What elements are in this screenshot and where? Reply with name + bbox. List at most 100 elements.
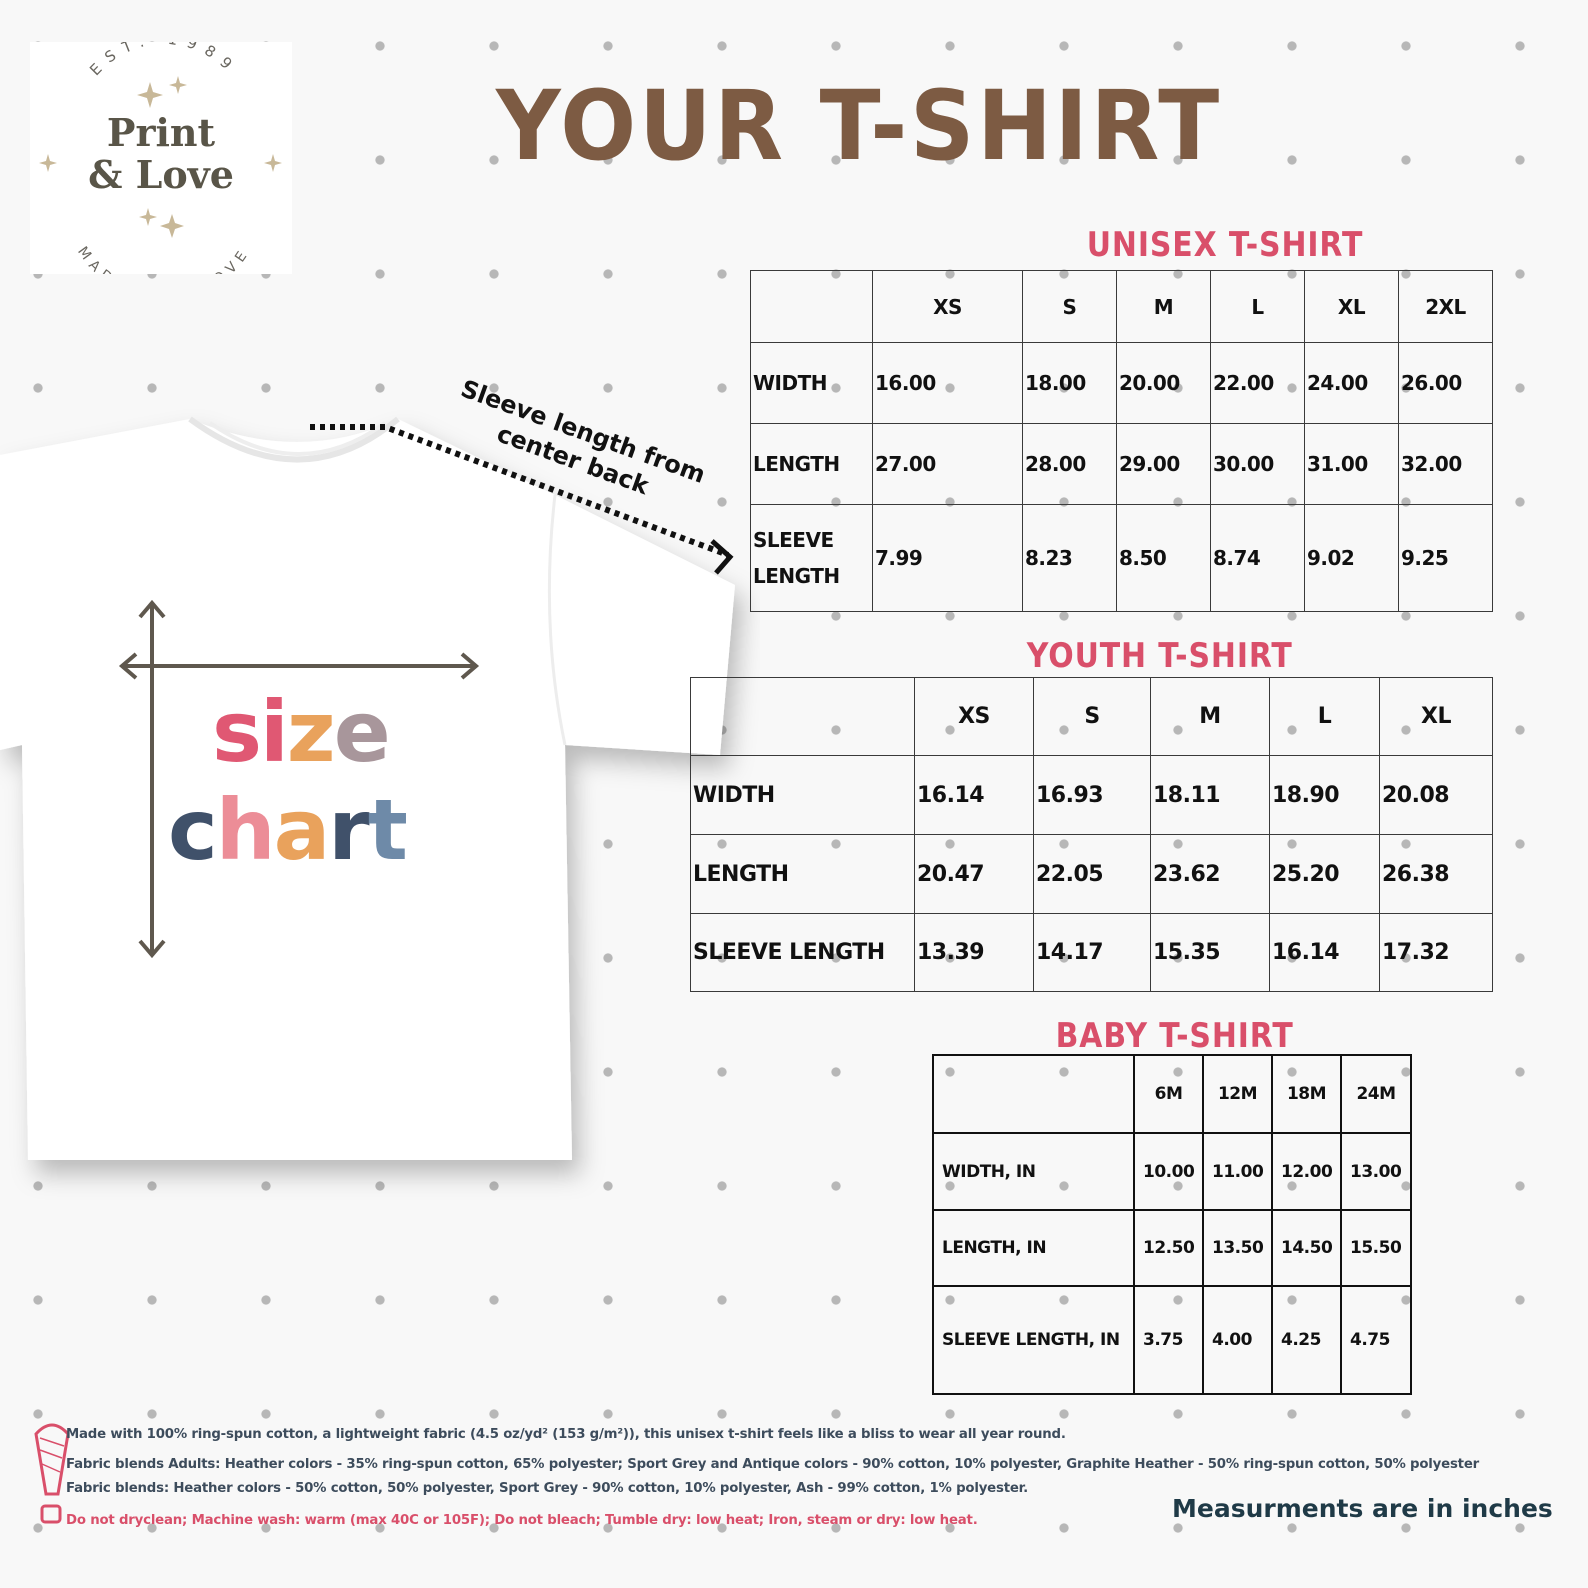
row-label-cell: LENGTH, IN [932, 1209, 1135, 1287]
value-cell: 31.00 [1304, 423, 1399, 505]
size-header-cell: S [1033, 677, 1151, 756]
size-header-cell: 12M [1202, 1054, 1273, 1134]
size-chart-letter: t [367, 781, 408, 879]
table-row: LENGTH 20.47 22.05 23.62 25.20 26.38 [690, 834, 1493, 914]
value-cell: 12.00 [1271, 1132, 1342, 1211]
value-cell: 14.17 [1033, 913, 1151, 992]
size-chart-letter: s [212, 683, 262, 781]
table-row: SLEEVE LENGTH 13.39 14.17 15.35 16.14 17.32 [690, 913, 1493, 992]
value-cell: 16.14 [914, 755, 1034, 835]
table-row: SLEEVE LENGTH 7.99 8.23 8.50 8.74 9.02 9.25 [750, 504, 1493, 612]
value-cell: 8.23 [1022, 504, 1117, 612]
table-row: LENGTH 27.00 28.00 29.00 30.00 31.00 32.00 [750, 423, 1493, 505]
size-header-cell: L [1210, 270, 1305, 343]
value-cell: 4.00 [1202, 1285, 1273, 1395]
table-header-row: XS S M L XL [690, 677, 1493, 756]
svg-text:EST. 1989: EST. 1989 [86, 42, 242, 79]
value-cell: 27.00 [872, 423, 1023, 505]
value-cell: 13.50 [1202, 1209, 1273, 1287]
header-blank-cell [750, 270, 873, 343]
size-chart-letter: e [333, 683, 391, 781]
row-label-cell: SLEEVE LENGTH, IN [932, 1285, 1135, 1395]
row-label-cell: WIDTH [750, 342, 873, 424]
size-header-cell: XL [1379, 677, 1493, 756]
value-cell: 16.14 [1269, 913, 1380, 992]
value-cell: 18.11 [1150, 755, 1270, 835]
header-blank-cell [690, 677, 915, 756]
note-material: Made with 100% ring-spun cotton, a light… [66, 1427, 1066, 1442]
size-header-cell: XS [872, 270, 1023, 343]
table-row: WIDTH 16.14 16.93 18.11 18.90 20.08 [690, 755, 1493, 835]
value-cell: 12.50 [1133, 1209, 1204, 1287]
table-row: LENGTH, IN 12.50 13.50 14.50 15.50 [932, 1209, 1412, 1287]
value-cell: 20.00 [1116, 342, 1211, 424]
size-header-cell: XS [914, 677, 1034, 756]
size-header-cell: 18M [1271, 1054, 1342, 1134]
value-cell: 17.32 [1379, 913, 1493, 992]
size-chart-letter: a [273, 781, 331, 879]
row-label-cell: SLEEVE LENGTH [750, 504, 873, 612]
value-cell: 18.00 [1022, 342, 1117, 424]
value-cell: 15.35 [1150, 913, 1270, 992]
brand-logo: EST. 1989 MADE WITH LOVE Print & Love [30, 42, 292, 274]
value-cell: 16.93 [1033, 755, 1151, 835]
measurement-units-note: Measurments are in inches [1172, 1494, 1553, 1523]
baby-size-table: 6M 12M 18M 24M WIDTH, IN 10.00 11.00 12.00 13.00… [932, 1054, 1412, 1395]
note-care: Do not dryclean; Machine wash: warm (max… [66, 1513, 978, 1528]
unisex-size-table: XS S M L XL 2XL WIDTH 16.00 18.00 20.00 22.00 24.00… [750, 270, 1493, 612]
value-cell: 13.39 [914, 913, 1034, 992]
value-cell: 8.74 [1210, 504, 1305, 612]
value-cell: 26.38 [1379, 834, 1493, 914]
value-cell: 26.00 [1398, 342, 1493, 424]
value-cell: 4.25 [1271, 1285, 1342, 1395]
value-cell: 32.00 [1398, 423, 1493, 505]
value-cell: 7.99 [872, 504, 1023, 612]
logo-bottom-arc: MADE WITH LOVE [74, 244, 248, 274]
value-cell: 23.62 [1150, 834, 1270, 914]
youth-size-table: XS S M L XL WIDTH 16.14 16.93 18.11 18.90 20.08 LEN… [690, 677, 1493, 992]
note-fabric-adults: Fabric blends Adults: Heather colors - 3… [66, 1457, 1479, 1472]
value-cell: 15.50 [1340, 1209, 1412, 1287]
logo-top-arc: EST. 1989 [86, 42, 233, 79]
table-row: WIDTH 16.00 18.00 20.00 22.00 24.00 26.00 [750, 342, 1493, 424]
size-header-cell: 6M [1133, 1054, 1204, 1134]
table-header-row: 6M 12M 18M 24M [932, 1054, 1412, 1134]
value-cell: 13.00 [1340, 1132, 1412, 1211]
size-word: size [212, 690, 391, 774]
logo-name-line1: Print [106, 110, 216, 155]
size-header-cell: M [1150, 677, 1270, 756]
value-cell: 28.00 [1022, 423, 1117, 505]
size-chart-letter: i [260, 683, 289, 781]
value-cell: 18.90 [1269, 755, 1380, 835]
table-header-row: XS S M L XL 2XL [750, 270, 1493, 343]
table-row: WIDTH, IN 10.00 11.00 12.00 13.00 [932, 1132, 1412, 1211]
size-header-cell: 24M [1340, 1054, 1412, 1134]
value-cell: 9.25 [1398, 504, 1493, 612]
value-cell: 16.00 [872, 342, 1023, 424]
value-cell: 14.50 [1271, 1209, 1342, 1287]
unisex-title: UNISEX T-SHIRT [1086, 225, 1364, 265]
value-cell: 25.20 [1269, 834, 1380, 914]
value-cell: 30.00 [1210, 423, 1305, 505]
size-header-cell: L [1269, 677, 1380, 756]
size-header-cell: 2XL [1398, 270, 1493, 343]
row-label-cell: WIDTH, IN [932, 1132, 1135, 1211]
chart-word: chart [168, 788, 408, 872]
baby-title: BABY T-SHIRT [1055, 1016, 1294, 1056]
size-chart-letter: z [286, 683, 336, 781]
value-cell: 3.75 [1133, 1285, 1204, 1395]
value-cell: 22.00 [1210, 342, 1305, 424]
header-blank-cell [932, 1054, 1135, 1134]
value-cell: 11.00 [1202, 1132, 1273, 1211]
svg-text:MADE WITH LOVE: MADE WITH LOVE [74, 244, 254, 274]
page-title: YOUR T-SHIRT [496, 70, 1222, 182]
value-cell: 9.02 [1304, 504, 1399, 612]
size-header-cell: XL [1304, 270, 1399, 343]
value-cell: 4.75 [1340, 1285, 1412, 1395]
size-chart-letter: r [328, 781, 369, 879]
sleeve-arrow-icon [710, 539, 734, 575]
youth-title: YOUTH T-SHIRT [1026, 636, 1293, 676]
row-label-cell: LENGTH [690, 834, 915, 914]
table-row: SLEEVE LENGTH, IN 3.75 4.00 4.25 4.75 [932, 1285, 1412, 1395]
row-label-cell: LENGTH [750, 423, 873, 505]
